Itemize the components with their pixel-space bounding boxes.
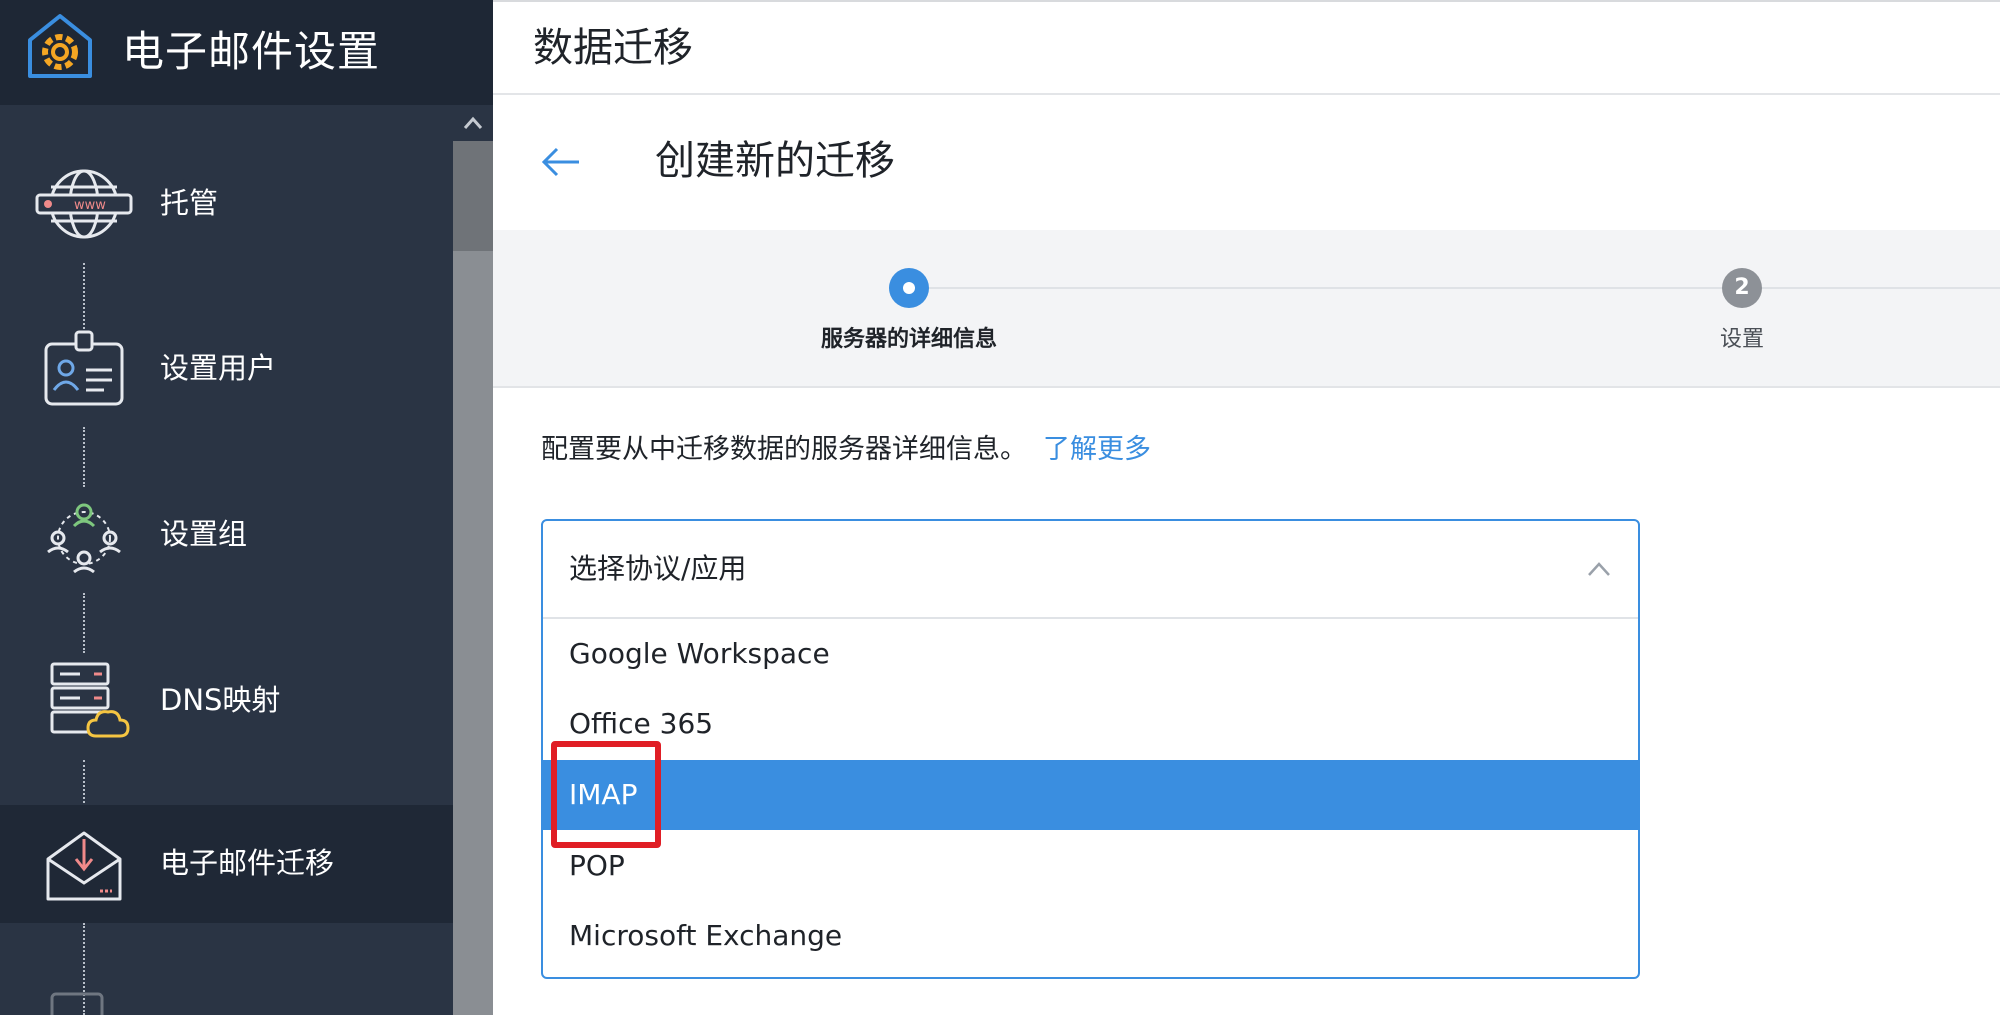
- globe-www-icon: www: [35, 169, 133, 239]
- back-arrow-icon[interactable]: [539, 140, 583, 184]
- description-text: 配置要从中迁移数据的服务器详细信息。 了解更多: [541, 430, 1151, 470]
- learn-more-link[interactable]: 了解更多: [1043, 434, 1151, 465]
- page-title: 数据迁移: [533, 25, 693, 71]
- sidebar-scrollbar[interactable]: [453, 105, 493, 1015]
- app-window: 电子邮件设置 www 托管 设置用户 设置组 DNS映射 电子邮件迁移 数据迁移…: [0, 0, 2000, 1015]
- dns-server-cloud-icon: [50, 662, 130, 738]
- option-google-workspace[interactable]: Google Workspace: [543, 619, 1638, 689]
- sidebar-item-label: 设置用户: [160, 351, 277, 385]
- option-pop[interactable]: POP: [543, 831, 1638, 901]
- step-1-label: 服务器的详细信息: [820, 327, 997, 352]
- subheader-title: 创建新的迁移: [655, 138, 895, 184]
- sidebar-header: 电子邮件设置: [0, 0, 493, 105]
- group-icon: [47, 503, 121, 574]
- step-1-indicator: [889, 268, 929, 308]
- partial-nav-icon: [50, 992, 104, 1015]
- sidebar-item-setup-users[interactable]: 设置用户: [0, 310, 453, 428]
- stepper: 服务器的详细信息 2 设置: [493, 230, 2000, 388]
- sidebar-item-email-migration[interactable]: 电子邮件迁移: [0, 805, 453, 923]
- svg-text:www: www: [74, 198, 106, 213]
- select-placeholder: 选择协议/应用: [569, 552, 747, 585]
- mail-migration-icon: [46, 831, 122, 901]
- step-2-label: 设置: [1719, 327, 1764, 352]
- step-connector-line: [909, 287, 2000, 289]
- sidebar-item-setup-groups[interactable]: 设置组: [0, 476, 453, 594]
- sidebar-item-label: 托管: [160, 186, 219, 220]
- sidebar-item-dns-mapping[interactable]: DNS映射: [0, 642, 453, 760]
- sidebar-item-label: 设置组: [160, 517, 248, 551]
- user-badge-icon: [44, 330, 124, 406]
- top-bar: 数据迁移: [493, 0, 2000, 95]
- sidebar-item-label: DNS映射: [160, 683, 281, 717]
- step-2-indicator: 2: [1722, 268, 1762, 308]
- option-microsoft-exchange[interactable]: Microsoft Exchange: [543, 901, 1638, 971]
- subheader: 创建新的迁移: [493, 95, 2000, 230]
- sidebar-title: 电子邮件设置: [122, 27, 381, 76]
- sidebar-nav: www 托管 设置用户 设置组 DNS映射 电子邮件迁移: [0, 105, 453, 1015]
- main-panel: 数据迁移 创建新的迁移 服务器的详细信息 2 设置 配置要从中迁移数据的服务器详…: [493, 0, 2000, 1015]
- sidebar: 电子邮件设置 www 托管 设置用户 设置组 DNS映射 电子邮件迁移: [0, 0, 493, 1015]
- option-imap[interactable]: IMAP: [543, 760, 1638, 830]
- scroll-up-button[interactable]: [453, 105, 493, 141]
- description: 配置要从中迁移数据的服务器详细信息。: [541, 434, 1027, 465]
- protocol-select-dropdown[interactable]: 选择协议/应用 Google Workspace Office 365 IMAP…: [541, 519, 1640, 979]
- scroll-thumb[interactable]: [453, 141, 493, 251]
- sidebar-item-hosting[interactable]: www 托管: [0, 145, 453, 263]
- chevron-up-icon[interactable]: [1586, 557, 1612, 581]
- settings-house-icon: [28, 14, 92, 78]
- chevron-up-icon: [463, 116, 483, 129]
- select-header[interactable]: 选择协议/应用: [543, 521, 1638, 619]
- sidebar-item-label: 电子邮件迁移: [160, 846, 335, 880]
- option-office-365[interactable]: Office 365: [543, 689, 1638, 759]
